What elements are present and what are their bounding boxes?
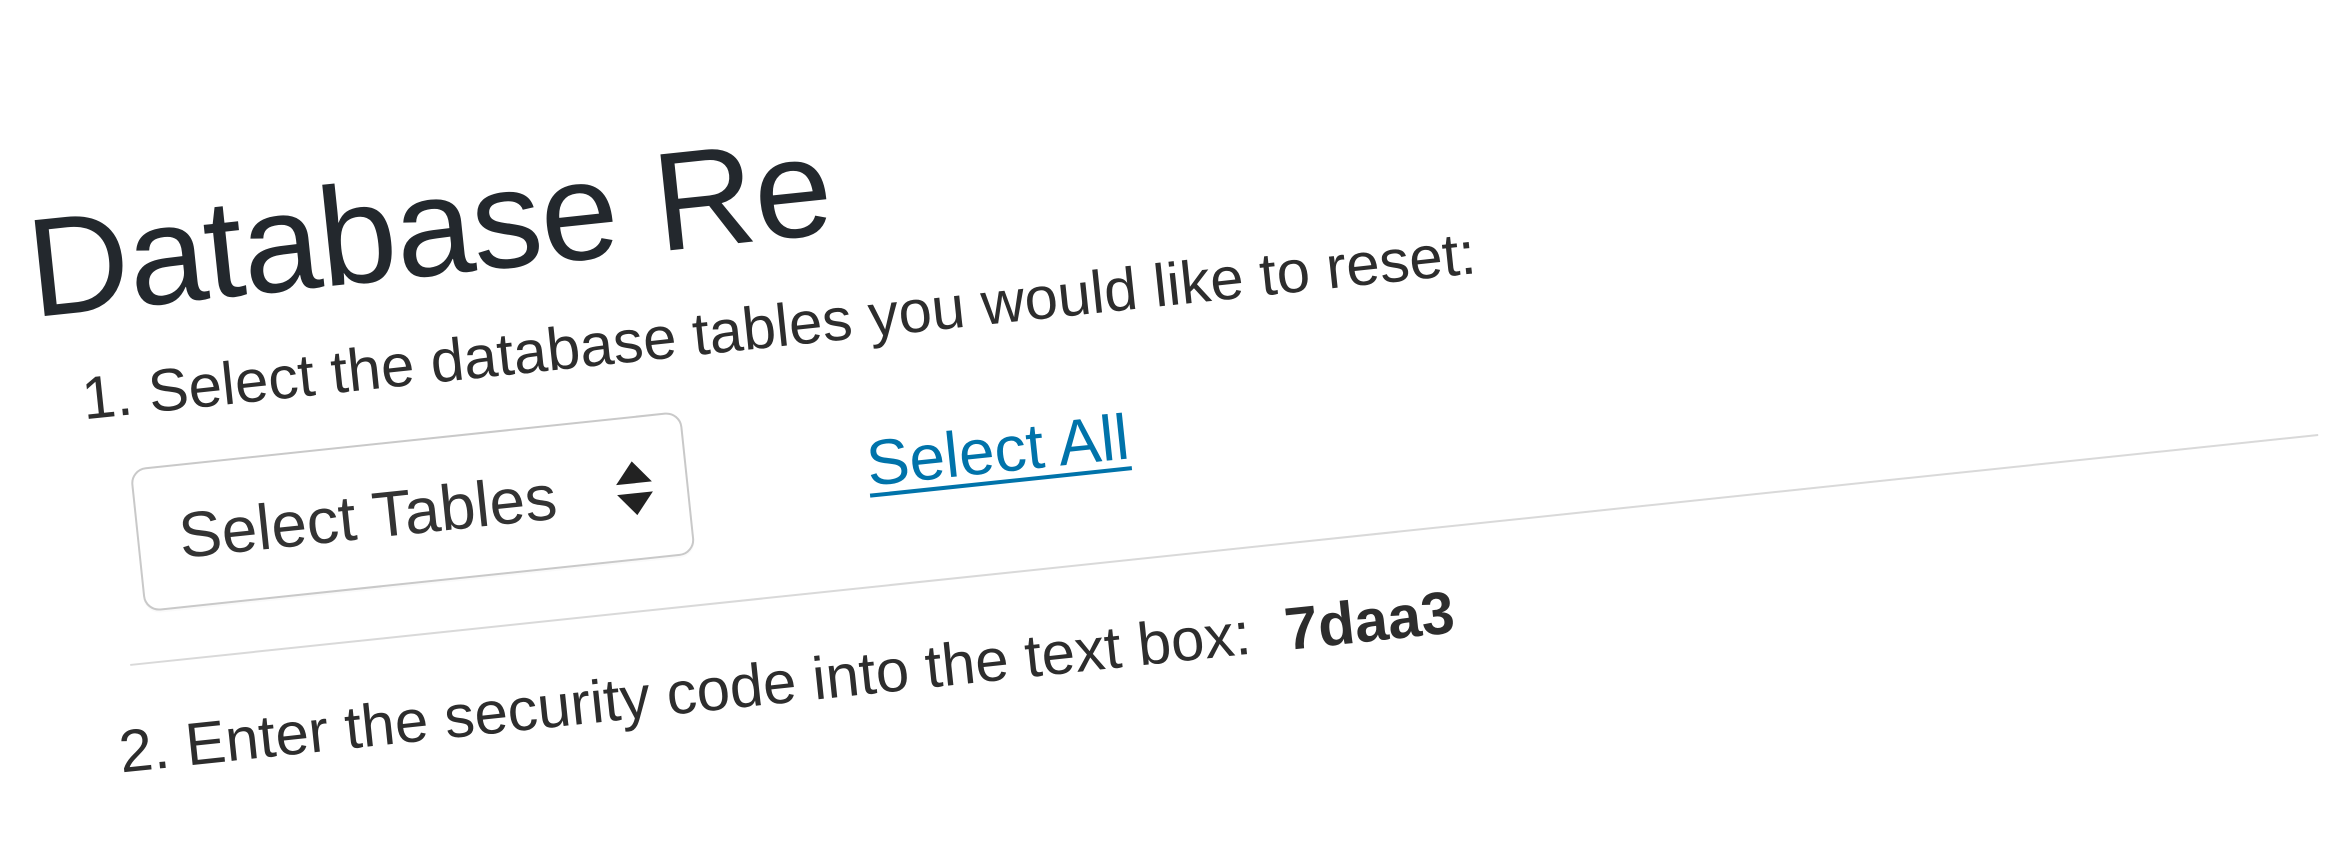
tables-select[interactable]: Select Tables	[130, 411, 696, 612]
security-code-value: 7daa3	[1281, 578, 1457, 662]
step-2-number: 2.	[116, 714, 173, 786]
step-2-text: Enter the security code into the text bo…	[182, 600, 1254, 779]
sort-arrows-icon	[613, 460, 654, 517]
select-all-link[interactable]: Select All	[863, 400, 1133, 501]
step-1-number: 1.	[79, 360, 136, 432]
tables-select-placeholder: Select Tables	[175, 460, 560, 573]
